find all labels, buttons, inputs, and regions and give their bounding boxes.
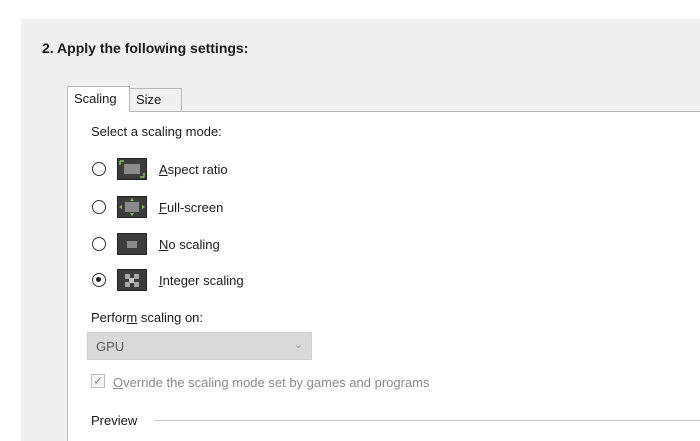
perform-scaling-label: Perform scaling on: — [91, 310, 204, 325]
scaling-mode-heading: Select a scaling mode: — [91, 124, 222, 139]
tab-size[interactable]: Size — [129, 88, 182, 111]
chevron-down-icon: ⌄ — [293, 339, 303, 351]
tab-scaling[interactable]: Scaling — [67, 86, 130, 112]
aspect-ratio-icon — [117, 158, 147, 180]
option-integer-scaling-label[interactable]: Integer scaling — [159, 273, 244, 288]
option-no-scaling-label[interactable]: No scaling — [159, 237, 220, 252]
preview-label: Preview — [91, 413, 138, 428]
preview-divider — [154, 420, 700, 421]
override-checkbox[interactable]: ✓ — [91, 374, 105, 388]
option-full-screen-label[interactable]: Full-screen — [159, 200, 223, 215]
full-screen-icon — [117, 196, 147, 218]
radio-aspect-ratio[interactable] — [92, 162, 106, 176]
radio-integer-scaling[interactable] — [92, 273, 106, 287]
select-value: GPU — [96, 339, 125, 354]
radio-no-scaling[interactable] — [92, 237, 106, 251]
no-scaling-icon — [117, 233, 147, 255]
perform-scaling-select[interactable]: GPU ⌄ — [87, 332, 312, 360]
override-label[interactable]: Override the scaling mode set by games a… — [113, 375, 430, 390]
integer-scaling-icon — [117, 269, 147, 291]
section-title: 2. Apply the following settings: — [42, 40, 249, 56]
option-aspect-ratio-label[interactable]: Aspect ratio — [159, 162, 228, 177]
radio-full-screen[interactable] — [92, 200, 106, 214]
